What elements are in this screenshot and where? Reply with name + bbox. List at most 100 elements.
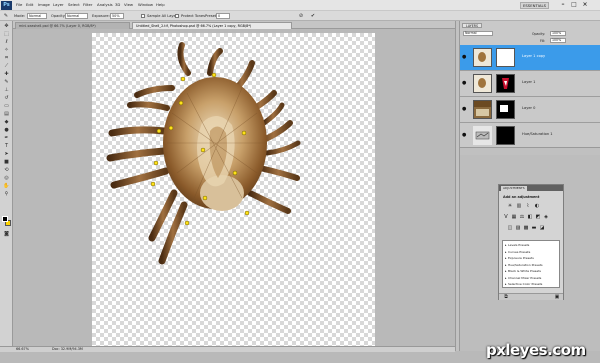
levels-icon[interactable]: ▥: [516, 203, 522, 209]
layer-row[interactable]: ● Layer 1 copy: [460, 45, 600, 71]
exposure-icon[interactable]: ◐: [534, 203, 540, 209]
status-bar: 66.67% Doc: 32.9M/94.3M: [0, 346, 455, 352]
3d-rotate-tool-icon[interactable]: ⟲: [2, 167, 11, 174]
eraser-tool-icon[interactable]: ▭: [2, 103, 11, 110]
tab-untitled-shell[interactable]: Untitled_Shell_2.tif, Photoshop.psd @ 66…: [132, 22, 292, 29]
eye-icon[interactable]: ●: [462, 106, 468, 112]
protect-tones-checkbox[interactable]: [175, 14, 179, 18]
type-tool-icon[interactable]: T: [2, 143, 11, 150]
eyedropper-tool-icon[interactable]: ⟋: [2, 63, 11, 70]
crop-tool-icon[interactable]: ⌗: [2, 55, 11, 62]
list-item[interactable]: ▸Exposure Presets: [503, 256, 559, 262]
invert-icon[interactable]: ◫: [507, 225, 513, 231]
brush-tool-icon[interactable]: ✎: [2, 79, 11, 86]
history-brush-tool-icon[interactable]: ↺: [2, 95, 11, 102]
brush-tool-icon[interactable]: ✎: [3, 13, 9, 19]
list-item[interactable]: ▸Curves Presets: [503, 250, 559, 256]
mode-select[interactable]: Normal: [27, 13, 47, 19]
blur-tool-icon[interactable]: ◆: [2, 119, 11, 126]
eye-icon[interactable]: ●: [462, 54, 468, 60]
adjustments-tab[interactable]: ADJUSTMENTS: [501, 186, 527, 191]
black-white-icon[interactable]: ◧: [527, 214, 533, 220]
lasso-tool-icon[interactable]: ℓ: [2, 39, 11, 46]
layers-panel: LAYERS Normal Opacity: 100% Fill: 100% ●…: [459, 21, 600, 155]
blend-mode-select[interactable]: Normal: [463, 31, 493, 36]
selective-color-icon[interactable]: ◪: [539, 225, 545, 231]
threshold-icon[interactable]: ▩: [523, 225, 529, 231]
layer-name[interactable]: Layer 0: [522, 106, 535, 110]
document-tabs: mini-seashell.psd @ 66.7% (Layer 0, RGB/…: [13, 21, 455, 29]
move-tool-icon[interactable]: ✥: [2, 23, 11, 30]
menu-filter[interactable]: Filter: [83, 2, 92, 7]
watermark-logo: pxleyes.com: [486, 341, 586, 359]
layer-name[interactable]: Layer 1: [522, 80, 535, 84]
gradient-map-icon[interactable]: ▬: [531, 225, 537, 231]
list-item[interactable]: ▸Selective Color Presets: [503, 282, 559, 288]
layers-tab[interactable]: LAYERS: [462, 23, 482, 28]
layer-row[interactable]: ● Hue/Saturation 1: [460, 123, 600, 149]
sample-all-checkbox[interactable]: [141, 14, 145, 18]
preset-field[interactable]: 0: [216, 13, 230, 19]
menu-edit[interactable]: Edit: [26, 2, 33, 7]
workspace-switcher[interactable]: ESSENTIALS: [520, 2, 550, 9]
cancel-icon[interactable]: ⊘: [298, 13, 304, 19]
layer-name[interactable]: Layer 1 copy: [522, 54, 545, 58]
list-item[interactable]: ▸Levels Presets: [503, 243, 559, 249]
menu-file[interactable]: File: [16, 2, 22, 7]
delete-icon[interactable]: ▣: [554, 294, 560, 300]
menu-help[interactable]: Help: [156, 2, 165, 7]
healing-tool-icon[interactable]: ✚: [2, 71, 11, 78]
exposure-field[interactable]: 50%: [110, 13, 124, 19]
layer-row[interactable]: ● Layer 1: [460, 71, 600, 97]
quick-mask-icon[interactable]: ◙: [2, 231, 11, 238]
layer-name[interactable]: Hue/Saturation 1: [522, 132, 553, 136]
eye-icon[interactable]: ●: [462, 132, 468, 138]
foreground-color-swatch[interactable]: [2, 216, 8, 222]
hue-sat-icon[interactable]: ▦: [511, 214, 517, 220]
menu-layer[interactable]: Layer: [53, 2, 64, 7]
list-item[interactable]: ▸Black & White Presets: [503, 269, 559, 275]
gradient-tool-icon[interactable]: ▤: [2, 111, 11, 118]
path-select-tool-icon[interactable]: ➤: [2, 151, 11, 158]
close-button[interactable]: ×: [580, 1, 590, 9]
curves-icon[interactable]: ⌇: [525, 203, 531, 209]
marquee-tool-icon[interactable]: ⬚: [2, 31, 11, 38]
pen-tool-icon[interactable]: ✒: [2, 135, 11, 142]
shape-tool-icon[interactable]: ■: [2, 159, 11, 166]
canvas-area[interactable]: [14, 30, 455, 346]
quick-select-tool-icon[interactable]: ✧: [2, 47, 11, 54]
channel-mixer-icon[interactable]: ◈: [543, 214, 549, 220]
layer-row[interactable]: ● Layer 0: [460, 97, 600, 123]
menu-image[interactable]: Image: [38, 2, 50, 7]
list-item[interactable]: ▸Hue/Saturation Presets: [503, 263, 559, 269]
commit-check-icon[interactable]: ✔: [310, 13, 316, 19]
maximize-button[interactable]: □: [569, 1, 579, 9]
menu-window[interactable]: Window: [138, 2, 153, 7]
clip-icon[interactable]: ⧉: [503, 294, 509, 300]
color-balance-icon[interactable]: ⚖: [519, 214, 525, 220]
eye-icon[interactable]: ●: [462, 80, 468, 86]
document-canvas[interactable]: [92, 33, 375, 346]
menu-3d[interactable]: 3D: [115, 2, 120, 7]
vibrance-icon[interactable]: V: [503, 214, 509, 220]
hand-tool-icon[interactable]: ✋: [2, 183, 11, 190]
fill-field[interactable]: 100%: [550, 38, 566, 43]
menu-view[interactable]: View: [124, 2, 133, 7]
zoom-tool-icon[interactable]: ⚲: [2, 191, 11, 198]
list-item[interactable]: ▸Channel Mixer Presets: [503, 276, 559, 282]
layer-mask-thumbnail: [496, 74, 515, 93]
layer-opacity-field[interactable]: 100%: [550, 31, 566, 36]
zoom-level[interactable]: 66.67%: [16, 347, 29, 352]
dodge-tool-icon[interactable]: ●: [2, 127, 11, 134]
3d-orbit-tool-icon[interactable]: ◎: [2, 175, 11, 182]
adjustments-header[interactable]: ADJUSTMENTS: [499, 185, 563, 191]
clone-stamp-tool-icon[interactable]: ⊥: [2, 87, 11, 94]
opacity-field[interactable]: Normal: [65, 13, 88, 19]
posterize-icon[interactable]: ▨: [515, 225, 521, 231]
tab-mini-seashell[interactable]: mini-seashell.psd @ 66.7% (Layer 0, RGB/…: [15, 22, 130, 29]
brightness-icon[interactable]: ☀: [507, 203, 513, 209]
photo-filter-icon[interactable]: ◩: [535, 214, 541, 220]
menu-analysis[interactable]: Analysis: [97, 2, 113, 7]
minimize-button[interactable]: –: [558, 1, 568, 9]
menu-select[interactable]: Select: [68, 2, 80, 7]
